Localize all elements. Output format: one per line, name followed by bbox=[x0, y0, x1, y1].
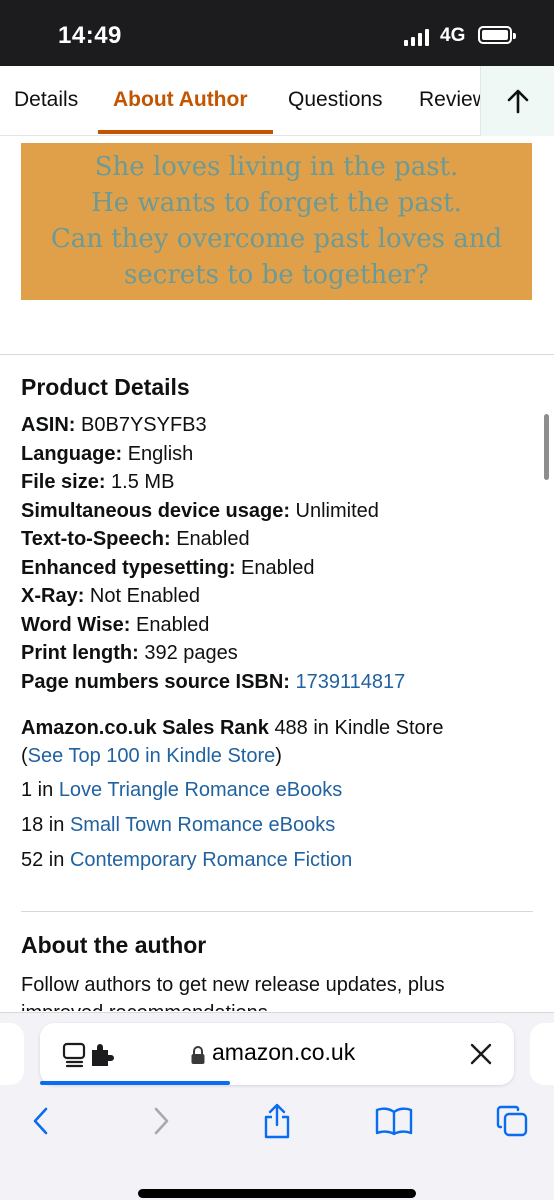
book-icon bbox=[375, 1107, 413, 1136]
battery-icon bbox=[478, 26, 516, 44]
book-promo-banner: She loves living in the past. He wants t… bbox=[21, 143, 532, 300]
about-author-heading: About the author bbox=[21, 932, 207, 958]
browser-chrome: amazon.co.uk bbox=[0, 1012, 554, 1200]
detail-row-typesetting: Enhanced typesetting: Enabled bbox=[21, 554, 405, 583]
banner-line: He wants to forget the past. bbox=[91, 188, 462, 218]
address-bar[interactable]: amazon.co.uk bbox=[40, 1023, 514, 1085]
detail-label: Page numbers source ISBN: bbox=[21, 670, 290, 693]
share-icon bbox=[264, 1103, 290, 1139]
detail-label: Language: bbox=[21, 442, 123, 465]
category-rank: 18 in bbox=[21, 814, 65, 836]
category-rank: 52 in bbox=[21, 849, 65, 871]
category-link[interactable]: Contemporary Romance Fiction bbox=[70, 849, 352, 871]
back-button[interactable] bbox=[17, 1101, 65, 1141]
sales-rank: Amazon.co.uk Sales Rank 488 in Kindle St… bbox=[21, 714, 443, 770]
detail-row-file-size: File size: 1.5 MB bbox=[21, 468, 405, 497]
see-top-100-link[interactable]: See Top 100 in Kindle Store bbox=[28, 745, 276, 767]
next-tab-peek[interactable] bbox=[530, 1023, 554, 1085]
detail-label: Word Wise: bbox=[21, 613, 131, 636]
detail-row-x-ray: X-Ray: Not Enabled bbox=[21, 582, 405, 611]
banner-line: She loves living in the past. bbox=[94, 152, 459, 182]
detail-label: ASIN: bbox=[21, 414, 76, 436]
banner-line: Can they overcome past loves and bbox=[50, 224, 503, 254]
isbn-link[interactable]: 1739114817 bbox=[296, 671, 406, 693]
status-time: 14:49 bbox=[58, 22, 122, 49]
detail-value: Not Enabled bbox=[89, 585, 200, 607]
tabs-button[interactable] bbox=[488, 1101, 536, 1141]
chevron-left-icon bbox=[33, 1107, 48, 1135]
about-author-text: Follow authors to get new release update… bbox=[21, 974, 445, 996]
signal-icon bbox=[404, 29, 430, 46]
active-tab-indicator bbox=[98, 130, 273, 134]
detail-value: English bbox=[127, 442, 194, 465]
detail-value: B0B7YSYFB3 bbox=[81, 414, 207, 436]
detail-value: 392 pages bbox=[144, 642, 238, 664]
detail-value: Enabled bbox=[241, 556, 315, 579]
home-indicator bbox=[138, 1189, 416, 1198]
category-rank-item: 18 in Small Town Romance eBooks bbox=[21, 814, 335, 837]
paren-open: ( bbox=[21, 745, 28, 767]
category-rank-item: 52 in Contemporary Romance Fiction bbox=[21, 849, 352, 872]
tab-reviews[interactable]: Reviews bbox=[419, 88, 480, 112]
category-link[interactable]: Love Triangle Romance eBooks bbox=[59, 779, 343, 801]
detail-value: Enabled bbox=[136, 613, 210, 636]
detail-label: Print length: bbox=[21, 642, 139, 664]
detail-value: Enabled bbox=[176, 528, 250, 550]
tab-about-author[interactable]: About Author bbox=[113, 88, 248, 112]
product-details-heading: Product Details bbox=[21, 374, 190, 400]
detail-row-language: Language: English bbox=[21, 440, 405, 469]
detail-label: Enhanced typesetting: bbox=[21, 556, 236, 579]
detail-row-word-wise: Word Wise: Enabled bbox=[21, 611, 405, 640]
detail-row-print-length: Print length: 392 pages bbox=[21, 639, 405, 668]
scrollbar[interactable] bbox=[544, 414, 549, 480]
back-to-top-button[interactable] bbox=[480, 66, 554, 136]
close-icon[interactable] bbox=[468, 1041, 494, 1067]
tab-details[interactable]: Details bbox=[14, 88, 78, 112]
network-type: 4G bbox=[440, 25, 466, 46]
url-text[interactable]: amazon.co.uk bbox=[212, 1039, 355, 1066]
detail-value: 1.5 MB bbox=[111, 471, 175, 493]
detail-value: Unlimited bbox=[295, 499, 379, 522]
page-load-progress bbox=[40, 1081, 230, 1085]
product-details-list: ASIN: B0B7YSYFB3 Language: English File … bbox=[21, 411, 405, 696]
detail-row-device-usage: Simultaneous device usage: Unlimited bbox=[21, 497, 405, 526]
detail-label: X-Ray: bbox=[21, 585, 85, 607]
detail-label: Simultaneous device usage: bbox=[21, 499, 290, 522]
previous-tab-peek[interactable] bbox=[0, 1023, 24, 1085]
reader-extensions-icon[interactable] bbox=[62, 1041, 114, 1069]
detail-label: File size: bbox=[21, 471, 106, 493]
section-divider bbox=[0, 354, 554, 355]
detail-label: Text-to-Speech: bbox=[21, 528, 171, 550]
share-button[interactable] bbox=[253, 1101, 301, 1141]
tab-questions[interactable]: Questions bbox=[288, 88, 383, 112]
category-rank: 1 in bbox=[21, 779, 54, 801]
banner-line: secrets to be together? bbox=[124, 260, 429, 290]
about-author-description: Follow authors to get new release update… bbox=[21, 971, 551, 1011]
about-author-text-cut: improved recommendations. bbox=[21, 999, 551, 1011]
category-link[interactable]: Small Town Romance eBooks bbox=[70, 814, 335, 836]
sales-rank-value: 488 in Kindle Store bbox=[274, 717, 444, 739]
lock-icon bbox=[191, 1046, 205, 1064]
arrow-up-icon bbox=[507, 89, 528, 114]
sales-rank-label: Amazon.co.uk Sales Rank bbox=[21, 717, 269, 739]
tabs-icon bbox=[496, 1105, 528, 1137]
detail-row-asin: ASIN: B0B7YSYFB3 bbox=[21, 411, 405, 440]
bookmarks-button[interactable] bbox=[370, 1101, 418, 1141]
paren-close: ) bbox=[275, 745, 282, 767]
detail-row-isbn: Page numbers source ISBN: 1739114817 bbox=[21, 668, 405, 697]
category-rank-item: 1 in Love Triangle Romance eBooks bbox=[21, 779, 342, 802]
section-tab-bar: Details About Author Questions Reviews bbox=[0, 66, 554, 136]
chevron-right-icon bbox=[154, 1107, 169, 1135]
forward-button[interactable] bbox=[137, 1101, 185, 1141]
section-divider bbox=[21, 911, 533, 912]
detail-row-text-to-speech: Text-to-Speech: Enabled bbox=[21, 525, 405, 554]
status-bar: 14:49 4G bbox=[0, 0, 554, 66]
